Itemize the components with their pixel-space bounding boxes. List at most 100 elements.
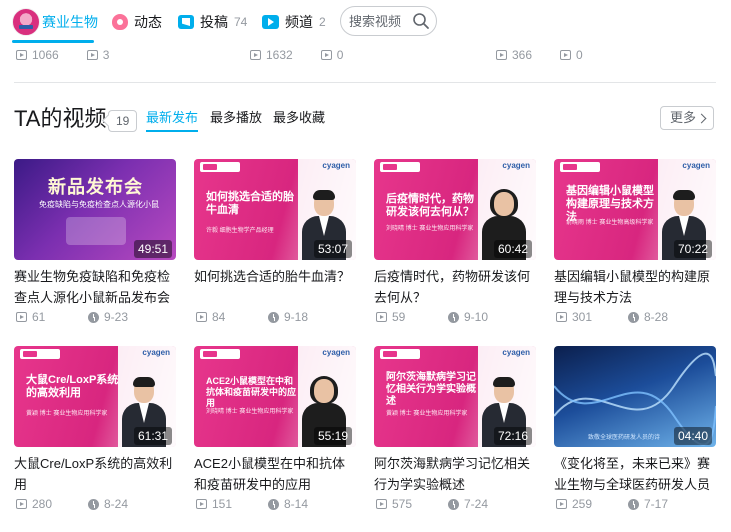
thumbnail-subline: 免疫缺陷与免疫检查点人源化小鼠 xyxy=(39,200,159,209)
nav-submissions-count: 74 xyxy=(234,15,248,29)
chevron-right-icon xyxy=(696,113,707,124)
nav-active-indicator xyxy=(12,40,94,43)
video-meta: 84 9-18 xyxy=(194,310,356,324)
video-title[interactable]: 赛业生物免疫缺陷和免疫检查点人源化小鼠新品发布会 xyxy=(14,266,176,308)
nav-submissions[interactable]: 投稿 74 xyxy=(178,12,247,32)
comment-icon xyxy=(560,50,572,60)
thumbnail-speaker: 黄颖 博士 赛业生物应用科学家 xyxy=(26,411,108,417)
video-duration: 61:31 xyxy=(133,427,172,445)
play-count-icon xyxy=(556,312,567,322)
clock-icon xyxy=(628,498,639,510)
search-input[interactable] xyxy=(349,12,413,30)
nav-submissions-label: 投稿 xyxy=(200,14,228,30)
play-count-icon xyxy=(556,499,567,509)
video-title[interactable]: 后疫情时代，药物研发该何去何从？ xyxy=(374,266,536,308)
view-count: 575 xyxy=(392,497,413,511)
clock-icon xyxy=(448,311,459,323)
brand-logo: cyagen xyxy=(502,348,530,357)
video-meta: 280 8-24 xyxy=(14,497,176,511)
thumbnail-speaker: 黄颖 博士 赛业生物应用科学家 xyxy=(386,411,468,417)
nav-channels-label: 频道 xyxy=(285,14,313,30)
video-title[interactable]: 基因编辑小鼠模型的构建原理与技术方法 xyxy=(554,266,716,308)
thumbnail-headline: ACE2小鼠模型在中和抗体和疫苗研发中的应用 xyxy=(206,376,297,408)
video-title[interactable]: 如何挑选合适的胎牛血清？ xyxy=(194,266,356,287)
video-thumbnail[interactable]: cyagen 如何挑选合适的胎牛血清 许毅 细胞生物学产品经理 53:07 xyxy=(194,159,356,260)
brand-logo: cyagen xyxy=(322,161,350,170)
cloud-classroom-logo xyxy=(560,162,600,172)
clock-icon xyxy=(448,498,459,510)
tab-most-favorited[interactable]: 最多收藏 xyxy=(273,110,325,126)
play-count-icon xyxy=(376,312,387,322)
play-count-icon xyxy=(496,50,507,60)
video-title[interactable]: 阿尔茨海默病学习记忆相关行为学实验概述 xyxy=(374,453,536,495)
cloud-classroom-logo xyxy=(380,162,420,172)
partial-video-stats: 366 0 xyxy=(496,48,583,62)
video-title[interactable]: ACE2小鼠模型在中和抗体和疫苗研发中的应用 xyxy=(194,453,356,495)
view-count: 259 xyxy=(572,497,593,511)
video-duration: 70:22 xyxy=(673,240,712,258)
video-meta: 61 9-23 xyxy=(14,310,176,324)
brand-logo: cyagen xyxy=(502,161,530,170)
video-meta: 575 7-24 xyxy=(374,497,536,511)
more-button-label: 更多 xyxy=(670,110,697,125)
thumbnail-caption: 致敬全球医药研发人员的诗 xyxy=(588,435,661,441)
video-thumbnail[interactable]: cyagen 基因编辑小鼠模型构建原理与技术方法 俞晓雨 博士 赛业生物高级科学… xyxy=(554,159,716,260)
partial-video-stats: 1066 3 xyxy=(16,48,109,62)
video-thumbnail[interactable]: cyagen 大鼠Cre/LoxP系统的高效利用 黄颖 博士 赛业生物应用科学家… xyxy=(14,346,176,447)
cloud-classroom-logo xyxy=(20,349,60,359)
video-title[interactable]: 大鼠Cre/LoxP系统的高效利用 xyxy=(14,453,176,495)
video-thumbnail[interactable]: 致敬全球医药研发人员的诗 04:40 xyxy=(554,346,716,447)
nav-channels-count: 2 xyxy=(319,15,326,29)
video-title[interactable]: 《变化将至，未来已来》赛业生物与全球医药研发人员共拓 xyxy=(554,453,716,495)
video-thumbnail[interactable]: cyagen 后疫情时代，药物研发该何去何从？ 刘晓晴 博士 赛业生物应用科学家… xyxy=(374,159,536,260)
video-meta: 59 9-10 xyxy=(374,310,536,324)
channel-avatar[interactable] xyxy=(12,8,40,36)
search-icon[interactable] xyxy=(412,12,430,30)
tab-latest[interactable]: 最新发布 xyxy=(146,110,199,132)
thumbnail-headline: 后疫情时代，药物研发该何去何从？ xyxy=(386,193,474,218)
section-title: TA的视频 xyxy=(14,106,107,131)
publish-date: 7-17 xyxy=(644,497,669,511)
play-count-icon xyxy=(196,499,207,509)
brand-logo: cyagen xyxy=(682,161,710,170)
clock-icon xyxy=(268,311,279,323)
cloud-classroom-logo xyxy=(200,162,240,172)
nav-home[interactable]: 赛业生物 xyxy=(42,12,98,32)
search-box xyxy=(340,6,437,36)
partial-views: 1066 xyxy=(32,48,59,62)
video-duration: 72:16 xyxy=(493,427,532,445)
brand-logo: cyagen xyxy=(322,348,350,357)
tab-most-played[interactable]: 最多播放 xyxy=(210,110,262,126)
play-count-icon xyxy=(376,499,387,509)
publish-date: 9-10 xyxy=(464,310,489,324)
play-count-icon xyxy=(196,312,207,322)
view-count: 61 xyxy=(32,310,46,324)
clock-icon xyxy=(88,311,99,323)
nav-channels[interactable]: 频道 2 xyxy=(262,12,326,32)
clock-icon xyxy=(88,498,99,510)
nav-dynamic-label: 动态 xyxy=(134,14,162,30)
video-count-badge: 19 xyxy=(108,110,138,132)
play-count-icon xyxy=(16,312,27,322)
video-thumbnail[interactable]: 新品发布会 免疫缺陷与免疫检查点人源化小鼠 49:51 xyxy=(14,159,176,260)
nav-home-label: 赛业生物 xyxy=(42,14,98,30)
thumbnail-speaker: 俞晓雨 博士 赛业生物高级科学家 xyxy=(566,220,654,226)
play-count-icon xyxy=(16,50,27,60)
partial-views: 1632 xyxy=(266,48,293,62)
publish-date: 8-24 xyxy=(104,497,129,511)
publish-date: 9-23 xyxy=(104,310,129,324)
cloud-classroom-logo xyxy=(200,349,240,359)
channels-icon xyxy=(262,15,279,29)
video-thumbnail[interactable]: cyagen 阿尔茨海默病学习记忆相关行为学实验概述 黄颖 博士 赛业生物应用科… xyxy=(374,346,536,447)
video-meta: 151 8-14 xyxy=(194,497,356,511)
partial-comments: 0 xyxy=(576,48,583,62)
thumbnail-speaker: 刘晓晴 博士 赛业生物应用科学家 xyxy=(206,409,294,415)
cloud-classroom-logo xyxy=(380,349,420,359)
video-duration: 53:07 xyxy=(313,240,352,258)
more-button[interactable]: 更多 xyxy=(660,106,714,130)
nav-dynamic[interactable]: 动态 xyxy=(112,12,162,32)
view-count: 280 xyxy=(32,497,53,511)
video-thumbnail[interactable]: cyagen ACE2小鼠模型在中和抗体和疫苗研发中的应用 刘晓晴 博士 赛业生… xyxy=(194,346,356,447)
comment-icon xyxy=(320,50,332,60)
brand-logo: cyagen xyxy=(142,348,170,357)
